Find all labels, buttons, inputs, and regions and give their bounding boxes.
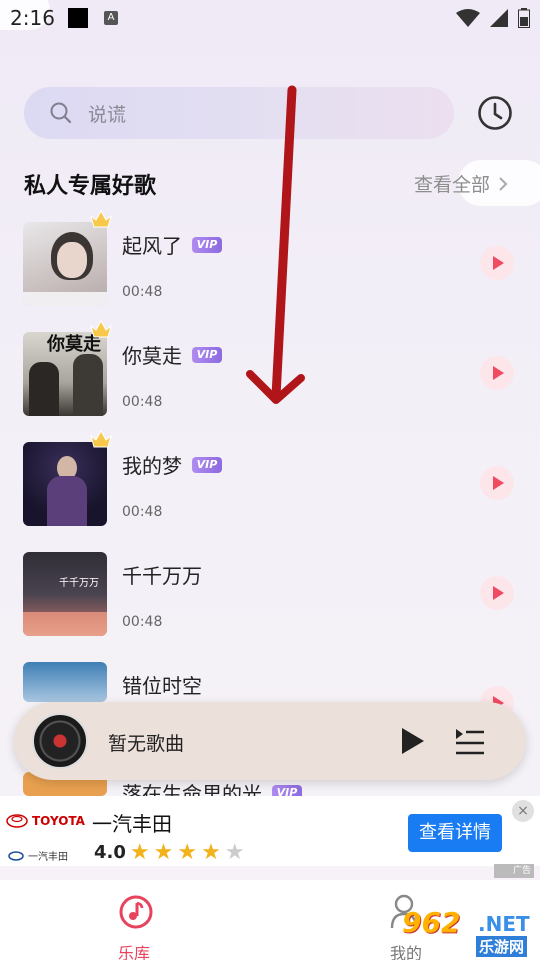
album-cover — [23, 222, 107, 306]
crown-icon — [90, 430, 112, 448]
wifi-icon — [456, 9, 480, 27]
a-notification-icon: A — [104, 11, 118, 25]
status-bar: 2:16 A — [0, 0, 540, 36]
playlist-icon[interactable] — [454, 726, 486, 756]
play-button[interactable] — [480, 576, 514, 610]
cover-text: 千千万万 — [59, 578, 99, 589]
status-time: 2:16 — [10, 6, 55, 30]
vip-badge: VIP — [192, 346, 222, 363]
chevron-right-icon — [499, 176, 508, 191]
vip-badge: VIP — [192, 456, 222, 473]
toyota-logo: TOYOTA — [6, 814, 85, 828]
star-empty-icon: ★ — [224, 840, 245, 865]
album-cover: 千千万万 — [23, 552, 107, 636]
vinyl-disc-icon — [32, 713, 88, 769]
tab-library[interactable]: 乐库 — [104, 888, 168, 960]
now-playing-title: 暂无歌曲 — [108, 733, 185, 755]
ad-tag: 广告 — [494, 864, 534, 878]
ad-title: 一汽丰田 — [92, 812, 172, 836]
star-icon: ★ — [177, 840, 198, 865]
play-button[interactable] — [480, 356, 514, 390]
album-cover — [23, 662, 107, 702]
section-title: 私人专属好歌 — [24, 174, 157, 199]
song-title: 起风了 VIP — [122, 230, 222, 259]
song-duration: 00:48 — [122, 394, 163, 410]
play-button[interactable] — [480, 246, 514, 280]
toyota-emblem-icon — [6, 814, 28, 828]
song-row[interactable]: 你莫走 你莫走 VIP 00:48 — [0, 320, 540, 442]
album-cover: 你莫走 — [23, 332, 107, 416]
song-title: 我的梦 VIP — [122, 450, 222, 479]
signal-icon — [490, 9, 508, 27]
ad-rating: 4.0 ★ ★ ★ ★ ★ — [94, 840, 245, 865]
vip-badge: VIP — [192, 236, 222, 253]
star-icon: ★ — [153, 840, 174, 865]
battery-icon — [518, 8, 530, 28]
search-icon — [50, 102, 72, 124]
play-button[interactable] — [480, 466, 514, 500]
song-title: 千千万万 — [122, 564, 202, 588]
song-duration: 00:48 — [122, 504, 163, 520]
history-clock-icon[interactable] — [477, 95, 513, 131]
ad-details-button[interactable]: 查看详情 — [408, 814, 502, 852]
song-row[interactable]: 我的梦 VIP 00:48 — [0, 430, 540, 552]
site-watermark: 962 .NET 乐游网 — [402, 906, 530, 957]
play-icon[interactable] — [400, 726, 426, 756]
search-input[interactable]: 说谎 — [88, 100, 126, 127]
faw-toyota-logo: 一汽丰田 — [8, 848, 68, 863]
close-icon[interactable]: × — [512, 800, 534, 822]
song-duration: 00:48 — [122, 284, 163, 300]
song-row[interactable]: 起风了 VIP 00:48 — [0, 210, 540, 332]
album-cover — [23, 442, 107, 526]
mini-player[interactable]: 暂无歌曲 — [14, 702, 526, 780]
star-icon: ★ — [129, 840, 150, 865]
star-icon: ★ — [201, 840, 221, 865]
song-title: 你莫走 VIP — [122, 340, 222, 369]
see-all-label: 查看全部 — [413, 174, 490, 196]
search-bar[interactable]: 说谎 — [24, 87, 454, 139]
cover-text: 你莫走 — [47, 334, 101, 355]
vip-badge: VIP — [272, 784, 302, 796]
see-all-link[interactable]: 查看全部 — [414, 170, 508, 197]
crown-icon — [90, 320, 112, 338]
crown-icon — [90, 210, 112, 228]
song-title: 落在生命里的光 VIP — [122, 778, 302, 796]
notification-icon — [68, 8, 88, 28]
rating-value: 4.0 — [94, 842, 126, 863]
tab-library-label: 乐库 — [118, 944, 151, 960]
song-duration: 00:48 — [122, 614, 163, 630]
song-row[interactable]: 千千万万 千千万万 00:48 — [0, 552, 540, 662]
ad-banner[interactable]: TOYOTA 一汽丰田 一汽丰田 4.0 ★ ★ ★ ★ ★ 查看详情 — [0, 796, 540, 866]
song-title: 错位时空 — [122, 674, 202, 698]
faw-emblem-icon — [8, 850, 24, 861]
music-note-icon — [119, 895, 153, 929]
